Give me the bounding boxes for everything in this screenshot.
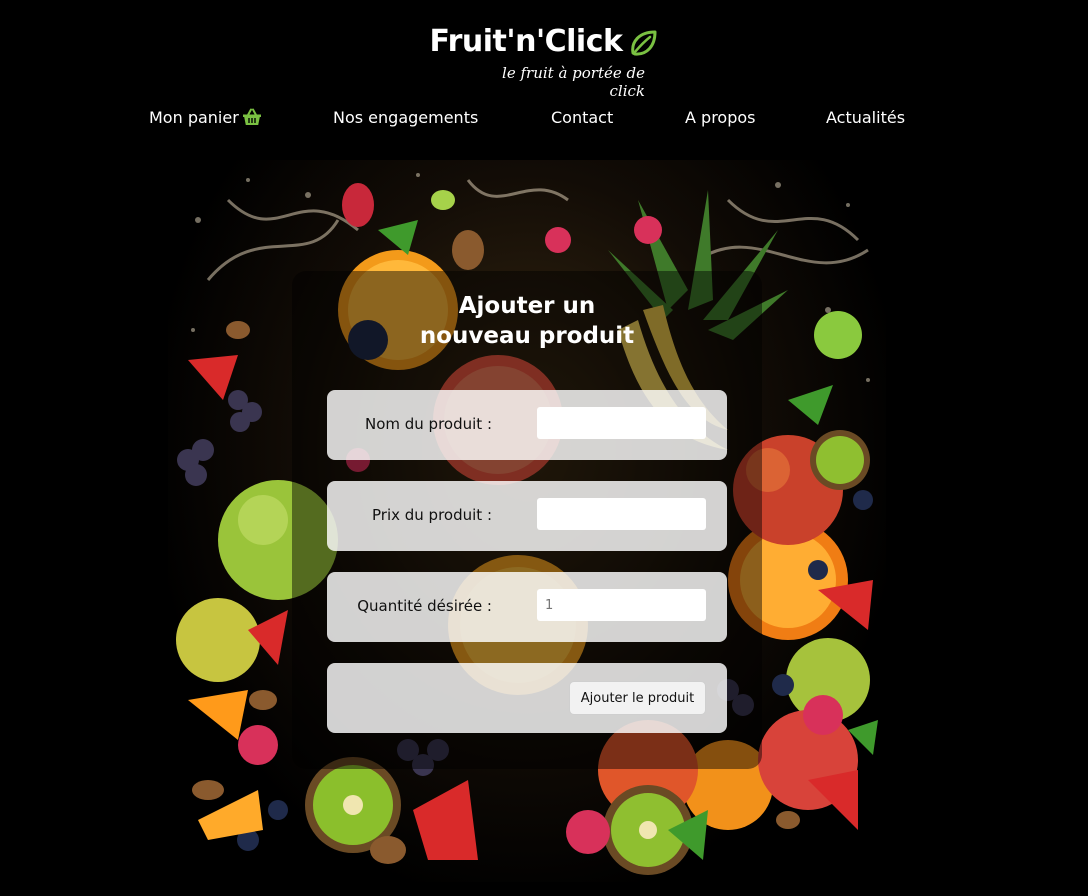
- product-name-input[interactable]: [537, 407, 706, 439]
- add-product-form-panel: Ajouter un nouveau produit Nom du produi…: [292, 271, 762, 769]
- nav-item-contact[interactable]: Contact: [551, 108, 613, 127]
- leaf-icon: [631, 30, 657, 56]
- logo[interactable]: Fruit'n'Click: [0, 24, 1088, 59]
- page: Fruit'n'Click le fruit à portée de click…: [0, 0, 1088, 896]
- nav-item-cart[interactable]: Mon panier: [149, 108, 262, 127]
- form-title-line2: nouveau produit: [419, 323, 635, 349]
- nav-item-about[interactable]: A propos: [685, 108, 755, 127]
- nav-item-label: Mon panier: [149, 108, 239, 127]
- field-row-product-price: Prix du produit :: [327, 481, 727, 551]
- product-name-label: Nom du produit :: [364, 415, 492, 433]
- form-title-line1: Ajouter un: [458, 293, 596, 319]
- form-title: Ajouter un nouveau produit: [292, 291, 762, 351]
- field-row-submit: Ajouter le produit: [327, 663, 727, 733]
- field-row-product-name: Nom du produit :: [327, 390, 727, 460]
- main-nav: Mon panier Nos engagements Contact A pro…: [0, 108, 1088, 134]
- nav-item-news[interactable]: Actualités: [826, 108, 905, 127]
- product-price-input[interactable]: [537, 498, 706, 530]
- brand-tagline: le fruit à portée de click: [502, 64, 645, 100]
- quantity-label: Quantité désirée :: [357, 597, 492, 615]
- brand-title: Fruit'n'Click: [429, 24, 623, 59]
- field-row-quantity: Quantité désirée :: [327, 572, 727, 642]
- add-product-button[interactable]: Ajouter le produit: [569, 681, 706, 715]
- nav-item-engagements[interactable]: Nos engagements: [333, 108, 478, 127]
- basket-icon: [242, 108, 261, 125]
- product-price-label: Prix du produit :: [372, 506, 492, 524]
- quantity-input[interactable]: [537, 589, 706, 621]
